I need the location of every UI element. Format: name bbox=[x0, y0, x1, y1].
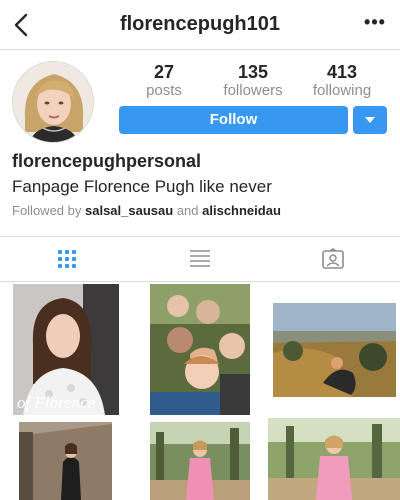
following-count-label: following bbox=[312, 82, 372, 99]
post-thumbnail[interactable] bbox=[19, 422, 112, 500]
profile-avatar[interactable] bbox=[12, 61, 94, 143]
posts-count[interactable]: 27 posts bbox=[124, 62, 204, 100]
more-options-button[interactable]: ••• bbox=[362, 12, 388, 38]
tab-grid-view[interactable] bbox=[0, 237, 133, 281]
post-thumbnail[interactable] bbox=[273, 303, 396, 397]
group-selfie-image bbox=[150, 284, 250, 415]
top-bar: florencepugh101 ••• bbox=[0, 0, 400, 50]
magazine-cover-image: of Florence bbox=[13, 284, 119, 415]
post-thumbnail[interactable] bbox=[150, 284, 250, 415]
hillside-sunset-image bbox=[273, 303, 396, 397]
post-thumbnail[interactable]: of Florence bbox=[13, 284, 119, 415]
followed-by-text: Followed by salsal_sausau and alischneid… bbox=[12, 203, 281, 218]
profile-display-name: florencepughpersonal bbox=[12, 151, 202, 171]
followers-count-value: 135 bbox=[237, 62, 269, 82]
post-thumbnail[interactable] bbox=[268, 418, 400, 500]
tab-list-view[interactable] bbox=[133, 237, 266, 281]
followers-count-label: followers bbox=[223, 82, 283, 99]
profile-view-tabs bbox=[0, 236, 400, 282]
caret-down-icon bbox=[365, 117, 375, 123]
followers-count[interactable]: 135 followers bbox=[213, 62, 293, 100]
posts-count-value: 27 bbox=[153, 62, 175, 82]
pink-dress-garden-2-image bbox=[268, 418, 400, 500]
profile-username-title: florencepugh101 bbox=[119, 13, 281, 35]
following-count[interactable]: 413 following bbox=[302, 62, 382, 100]
list-icon bbox=[189, 250, 210, 267]
post-thumbnail[interactable] bbox=[150, 422, 250, 500]
tagged-icon bbox=[321, 248, 344, 269]
followed-by-user-1[interactable]: salsal_sausau bbox=[85, 203, 173, 218]
tab-tagged[interactable] bbox=[266, 237, 399, 281]
magazine-caption: of Florence bbox=[17, 393, 96, 412]
more-icon: ••• bbox=[364, 12, 386, 32]
avatar-image bbox=[13, 62, 93, 142]
suggested-accounts-dropdown-button[interactable] bbox=[353, 106, 387, 134]
followed-by-prefix: Followed by bbox=[12, 203, 82, 218]
following-count-value: 413 bbox=[326, 62, 358, 82]
posts-count-label: posts bbox=[146, 82, 182, 99]
brick-corridor-image bbox=[19, 422, 112, 500]
pink-dress-garden-image bbox=[150, 422, 250, 500]
follow-button[interactable]: Follow bbox=[119, 106, 348, 134]
followed-by-conjunction: and bbox=[176, 203, 199, 218]
grid-icon bbox=[57, 250, 76, 268]
profile-bio: Fanpage Florence Pugh like never bbox=[12, 177, 272, 196]
followed-by-user-2[interactable]: alischneidau bbox=[202, 203, 281, 218]
